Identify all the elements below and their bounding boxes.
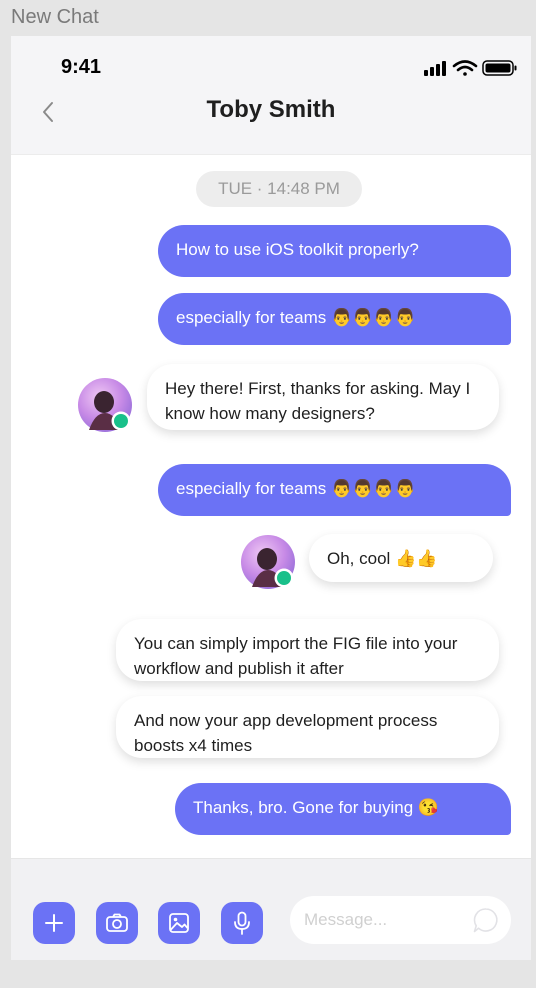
message-bubble-outgoing: especially for teams 👨👨👨👨 [158, 464, 511, 516]
message-bubble-outgoing: especially for teams 👨👨👨👨 [158, 293, 511, 345]
header-bar: 9:41 Toby Smith [11, 36, 531, 155]
message-bubble-incoming: You can simply import the FIG file into … [116, 619, 499, 681]
message-bubble-incoming: Hey there! First, thanks for asking. May… [147, 364, 499, 430]
message-bubble-incoming: Oh, cool 👍👍 [309, 534, 493, 582]
gallery-button[interactable] [158, 902, 200, 944]
message-bubble-incoming: And now your app development process boo… [116, 696, 499, 758]
online-status-dot [277, 571, 291, 585]
voice-button[interactable] [221, 902, 263, 944]
microphone-icon [234, 911, 250, 935]
camera-icon [106, 913, 128, 932]
status-icons [423, 58, 519, 78]
add-button[interactable] [33, 902, 75, 944]
plus-icon [45, 914, 63, 932]
chat-bubble-icon [473, 908, 498, 933]
avatar[interactable] [77, 377, 133, 433]
signal-icon [424, 61, 446, 76]
date-separator: TUE · 14:48 PM [196, 171, 362, 207]
contact-name: Toby Smith [206, 96, 336, 123]
avatar[interactable] [240, 534, 296, 590]
message-bubble-outgoing: Thanks, bro. Gone for buying 😘 [175, 783, 511, 835]
message-bubble-outgoing: How to use iOS toolkit properly? [158, 225, 511, 277]
send-button[interactable] [472, 906, 500, 934]
wifi-icon [452, 60, 478, 76]
status-time: 9:41 [61, 56, 102, 78]
chat-screen: 9:41 Toby Smith TUE · 14:48 PM How to us… [11, 36, 531, 960]
battery-icon [482, 60, 517, 76]
camera-button[interactable] [96, 902, 138, 944]
frame-label: New Chat [11, 6, 99, 28]
image-icon [169, 913, 189, 933]
online-status-dot [114, 414, 128, 428]
